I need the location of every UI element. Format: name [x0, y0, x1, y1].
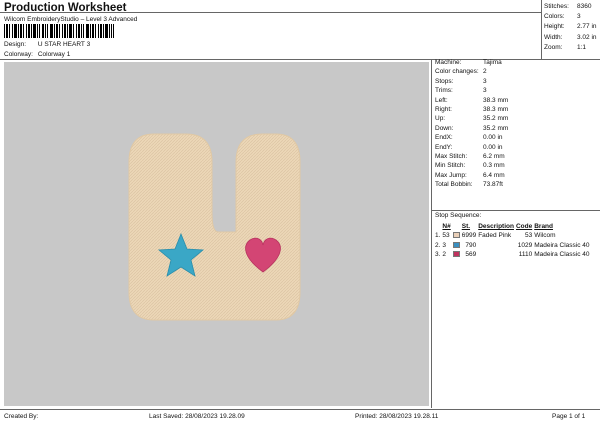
stop-sequence-table: N# St. Description Code Brand 1. 53 6999… — [435, 222, 592, 260]
software-subtitle: Wilcom EmbroideryStudio – Level 3 Advanc… — [4, 16, 138, 23]
column-header: Code — [515, 223, 533, 230]
design-value: U STAR HEART 3 — [37, 41, 91, 48]
summary-row: Stitches: 8360 — [544, 3, 592, 10]
machine-info-panel: Machine: Tajima Color changes: 2 Stops: 3 T… — [435, 59, 509, 189]
divider — [431, 59, 432, 408]
column-header: Description — [478, 223, 514, 230]
footer-last-saved: Last Saved: 28/08/2023 19.28.09 — [149, 413, 245, 420]
divider — [0, 409, 600, 410]
table-row: 1. 53 6999 Faded Pink 53 Wilcom — [435, 232, 556, 240]
column-header: N# — [442, 223, 451, 230]
embroidery-design — [128, 133, 301, 321]
column-header: St. — [461, 223, 471, 230]
table-row: 2. 3 790 1029 Madeira Classic 40 — [435, 241, 590, 249]
summary-row: Colors: 3 — [544, 13, 581, 21]
divider — [0, 59, 600, 60]
divider — [0, 12, 541, 13]
column-header: Brand — [534, 223, 553, 230]
colorway-value: Colorway 1 — [37, 51, 71, 58]
summary-row: Zoom: 1:1 — [544, 43, 587, 51]
colorway-row: Colorway: Colorway 1 — [4, 51, 70, 58]
letter-u-shape — [128, 133, 301, 321]
design-label: Design: — [4, 41, 27, 48]
summary-row: Height: 2.77 in — [544, 23, 597, 31]
footer-printed: Printed: 28/08/2023 19.28.11 — [355, 413, 439, 420]
color-swatch — [452, 251, 460, 258]
divider — [541, 0, 542, 59]
summary-row: Width: 3.02 in — [544, 33, 597, 41]
table-row: 3. 2 569 1110 Madeira Classic 40 — [435, 251, 590, 259]
stop-sequence-title: Stop Sequence: — [435, 212, 482, 219]
colorway-label: Colorway: — [4, 51, 33, 58]
footer-created-by: Created By: — [4, 413, 39, 420]
barcode — [4, 24, 114, 38]
divider — [431, 210, 600, 211]
design-preview — [4, 62, 429, 406]
color-swatch — [452, 241, 460, 248]
summary-panel: Stitches: 8360 Colors: 3 Height: 2.77 in Wi… — [544, 2, 597, 53]
design-name-row: Design: U STAR HEART 3 — [4, 41, 90, 48]
color-swatch — [452, 232, 460, 239]
table-header-row: N# St. Description Code Brand — [435, 222, 592, 231]
footer-page: Page 1 of 1 — [552, 413, 586, 420]
